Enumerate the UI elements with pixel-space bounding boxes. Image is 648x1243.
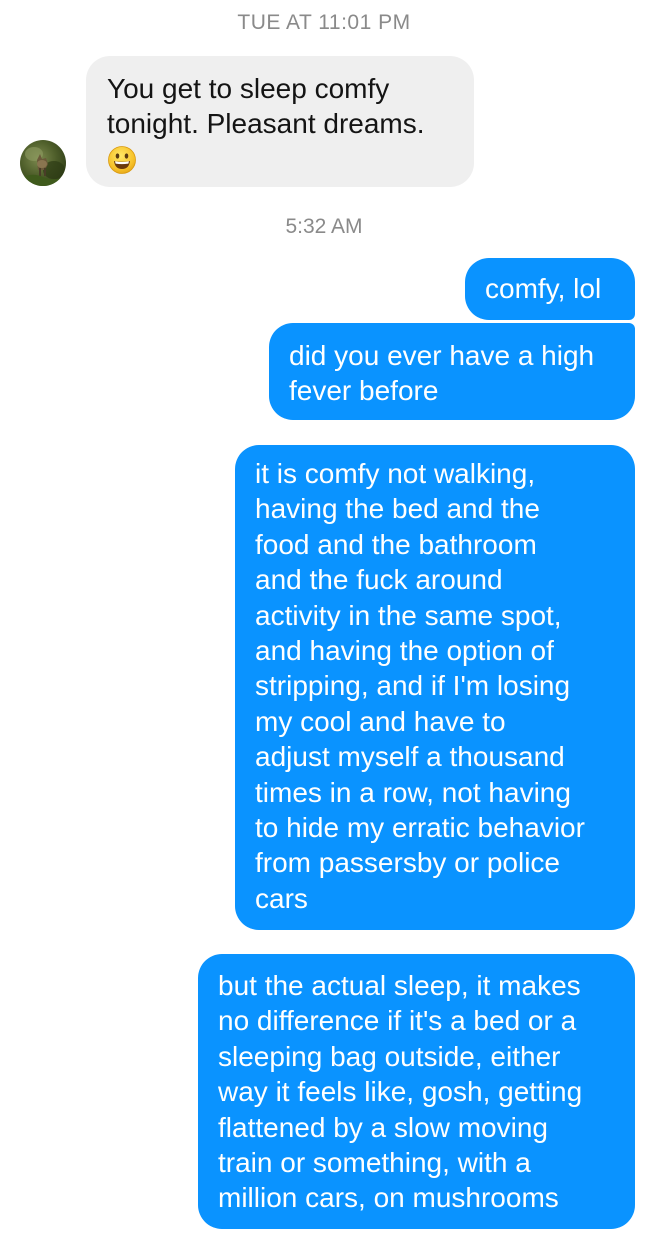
timestamp-morning: 5:32 AM <box>285 215 363 238</box>
message-text-line: million cars, on mushrooms <box>218 1182 559 1214</box>
message-text-line: but the actual sleep, it makes <box>218 970 581 1001</box>
message-text-line: fever before <box>289 375 439 407</box>
message-text-line: and having the option of <box>255 635 554 667</box>
message-text-line: times in a row, not having <box>255 776 571 808</box>
message-text-line: to hide my erratic behavior <box>255 812 585 844</box>
incoming-message-bubble[interactable]: You get to sleep comfy tonight. Pleasant… <box>86 56 474 187</box>
message-text-line: having the bed and the <box>255 493 540 525</box>
message-text-line: it is comfy not walking, <box>255 458 536 489</box>
outgoing-message-bubble[interactable]: it is comfy not walking, having the bed … <box>235 445 635 930</box>
grinning-face-emoji-icon <box>107 145 137 183</box>
message-text-line: adjust myself a thousand <box>255 741 565 773</box>
message-text-line: activity in the same spot, <box>255 599 562 631</box>
message-text-line: and the fuck around <box>255 564 503 596</box>
message-text-line: food and the bathroom <box>255 528 537 560</box>
message-text-line: comfy, lol <box>485 273 602 304</box>
avatar-photo-icon <box>20 147 66 186</box>
outgoing-message-bubble[interactable]: did you ever have a high fever before <box>269 323 635 420</box>
message-text-line: You get to sleep comfy <box>107 73 390 104</box>
message-text-line: tonight. Pleasant dreams. <box>107 108 425 140</box>
message-text-line: flattened by a slow moving <box>218 1111 548 1143</box>
message-text-line: way it feels like, gosh, getting <box>218 1076 583 1108</box>
outgoing-message-bubble[interactable]: comfy, lol <box>465 258 635 320</box>
outgoing-message-bubble[interactable]: but the actual sleep, it makes no differ… <box>198 954 635 1229</box>
message-text-line: from passersby or police <box>255 847 561 879</box>
message-text-line: my cool and have to <box>255 705 506 737</box>
message-text-line: cars <box>255 882 308 914</box>
message-text-line: sleeping bag outside, either <box>218 1040 561 1072</box>
message-text-line: stripping, and if I'm losing <box>255 670 571 702</box>
timestamp-tuesday: TUE AT 11:01 PM <box>237 11 411 34</box>
message-text-line: no difference if it's a bed or a <box>218 1005 577 1037</box>
contact-avatar[interactable] <box>20 140 66 186</box>
message-text-line: train or something, with a <box>218 1147 531 1179</box>
message-text-line: did you ever have a high <box>289 340 595 371</box>
